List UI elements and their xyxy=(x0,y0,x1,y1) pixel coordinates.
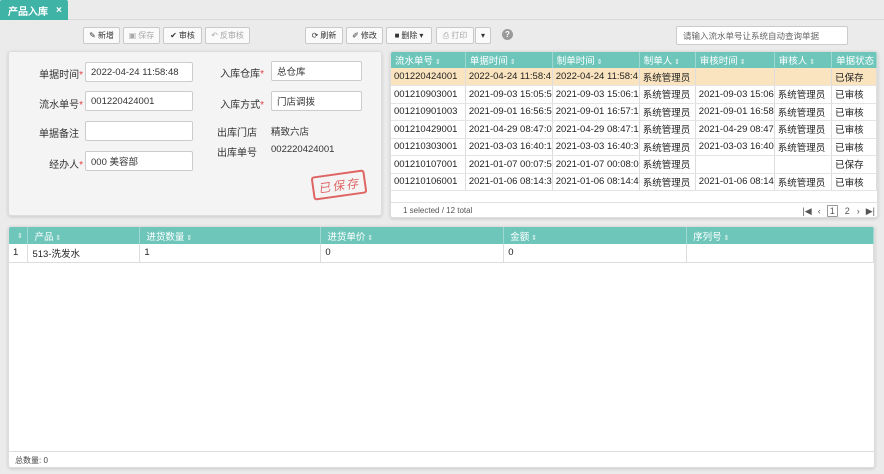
sort-icon: ⇕ xyxy=(367,234,374,242)
sort-icon: ⇕ xyxy=(531,234,538,242)
unaudit-button[interactable]: ↶ 反审核 xyxy=(205,27,250,44)
column-header[interactable]: 审核时间 ⇕ xyxy=(695,52,775,68)
tab-product-inbound[interactable]: 产品入库 × xyxy=(0,0,68,20)
table-header-row: ⇕ 产品 ⇕ 进货数量 ⇕ 进货单价 ⇕ 金额 ⇕ 序列号 ⇕ xyxy=(9,227,874,244)
save-icon: ▣ xyxy=(128,31,137,40)
save-button[interactable]: ▣ 保存 xyxy=(123,27,160,44)
table-row[interactable]: 001210429001 2021-04-29 08:47:0 2021-04-29… xyxy=(391,120,877,139)
edit-button[interactable]: ✐ 修改 xyxy=(346,27,383,44)
trash-icon: ■ xyxy=(394,31,400,40)
toolbar: ✎ 新增 ▣ 保存 ✔ 审核 ↶ 反审核 ⟳ 刷新 ✐ 修改 ■ 删除 ▾ ⎙ 打印 ▾ ? xyxy=(0,21,884,49)
close-icon[interactable]: × xyxy=(56,5,62,16)
sort-icon: ⇕ xyxy=(186,234,193,242)
remark-field[interactable] xyxy=(85,121,193,141)
page-2[interactable]: 2 xyxy=(844,206,851,216)
add-button[interactable]: ✎ 新增 xyxy=(83,27,120,44)
pagination: |◀ ‹ 1 2 › ▶| xyxy=(802,205,875,217)
table-row[interactable]: 001210303001 2021-03-03 16:40:1 2021-03-03… xyxy=(391,138,877,156)
detail-panel: ⇕ 产品 ⇕ 进货数量 ⇕ 进货单价 ⇕ 金额 ⇕ 序列号 ⇕ 1 513-洗发水 1 0… xyxy=(8,226,875,468)
table-row[interactable]: 001210106001 2021-01-06 08:14:3 2021-01-06… xyxy=(391,173,877,191)
handler-label: 经办人* xyxy=(49,160,83,171)
table-header-row: 流水单号 ⇕ 单据时间 ⇕ 制单时间 ⇕ 制单人 ⇕ 审核时间 ⇕ 审核人 ⇕ 单据状态 xyxy=(391,52,877,68)
sort-icon: ⇕ xyxy=(55,234,62,242)
wrench-icon: ✐ xyxy=(352,31,359,40)
out-no-label: 出库单号 xyxy=(217,148,257,159)
caret-down-icon: ▾ xyxy=(480,31,485,40)
column-header[interactable]: 制单时间 ⇕ xyxy=(552,52,640,68)
table-row-selected[interactable]: 001220424001 2022-04-24 11:58:4 2022-04-24… xyxy=(391,68,877,86)
document-grid-panel: 流水单号 ⇕ 单据时间 ⇕ 制单时间 ⇕ 制单人 ⇕ 审核时间 ⇕ 审核人 ⇕ 单据状态 0… xyxy=(390,51,878,218)
table-row[interactable]: 1 513-洗发水 1 0 0 xyxy=(9,244,874,263)
table-row[interactable]: 001210901003 2021-09-01 16:56:5 2021-09-01… xyxy=(391,103,877,121)
date-field[interactable]: 2022-04-24 11:58:48 xyxy=(85,62,193,82)
table-row[interactable]: 001210903001 2021-09-03 15:05:5 2021-09-03… xyxy=(391,85,877,104)
sort-icon: ⇕ xyxy=(596,59,603,66)
out-no-value: 002220424001 xyxy=(271,144,335,155)
document-table: 流水单号 ⇕ 单据时间 ⇕ 制单时间 ⇕ 制单人 ⇕ 审核时间 ⇕ 审核人 ⇕ 单据状态 0… xyxy=(391,52,877,191)
serial-field[interactable]: 001220424001 xyxy=(85,91,193,111)
help-icon[interactable]: ? xyxy=(502,29,513,40)
warehouse-label: 入库仓库* xyxy=(220,69,264,80)
refresh-button[interactable]: ⟳ 刷新 xyxy=(305,27,343,44)
print-icon: ⎙ xyxy=(442,30,450,40)
first-page-icon[interactable]: |◀ xyxy=(802,206,811,217)
column-header[interactable]: 单据状态 xyxy=(831,52,877,68)
sort-icon: ⇕ xyxy=(17,233,23,240)
refresh-icon: ⟳ xyxy=(311,31,319,40)
tab-bar: 产品入库 × xyxy=(0,0,884,20)
column-header[interactable]: 审核人 ⇕ xyxy=(774,52,833,68)
print-dropdown-button[interactable]: ▾ xyxy=(475,27,491,44)
sort-icon: ⇕ xyxy=(435,59,441,66)
sort-icon: ⇕ xyxy=(809,59,816,66)
warehouse-field[interactable]: 总仓库 xyxy=(271,61,362,81)
column-header[interactable]: 流水单号 ⇕ xyxy=(391,52,466,68)
selection-count: 1 selected / 12 total xyxy=(403,206,473,215)
column-header[interactable]: 进货单价 ⇕ xyxy=(320,227,505,244)
audit-button[interactable]: ✔ 审核 xyxy=(163,27,202,44)
total-quantity: 总数量: 0 xyxy=(9,451,874,467)
edit-icon: ✎ xyxy=(89,31,96,40)
delete-button[interactable]: ■ 删除 ▾ xyxy=(386,27,432,44)
grid-footer: 1 selected / 12 total |◀ ‹ 1 2 › ▶| xyxy=(391,202,877,217)
column-header[interactable]: 产品 ⇕ xyxy=(27,227,141,244)
sort-icon: ⇕ xyxy=(723,234,730,242)
print-button[interactable]: ⎙ 打印 xyxy=(436,27,474,44)
date-label: 单据时间* xyxy=(39,70,83,81)
column-header[interactable]: 进货数量 ⇕ xyxy=(139,227,322,244)
serial-label: 流水单号* xyxy=(39,100,83,111)
search-input[interactable] xyxy=(676,26,848,45)
column-header[interactable]: 单据时间 ⇕ xyxy=(465,52,553,68)
method-label: 入库方式* xyxy=(220,100,264,111)
saved-stamp: 已保存 xyxy=(310,169,368,201)
sort-icon: ⇕ xyxy=(674,59,681,66)
detail-table: ⇕ 产品 ⇕ 进货数量 ⇕ 进货单价 ⇕ 金额 ⇕ 序列号 ⇕ 1 513-洗发水 1 0… xyxy=(9,227,874,263)
page-1[interactable]: 1 xyxy=(826,205,838,217)
column-header[interactable]: ⇕ xyxy=(9,227,29,244)
column-header[interactable]: 金额 ⇕ xyxy=(503,227,688,244)
caret-down-icon: ▾ xyxy=(419,31,424,40)
method-field[interactable]: 门店调拨 xyxy=(271,91,362,111)
undo-icon: ↶ xyxy=(211,31,218,40)
tab-label: 产品入库 xyxy=(8,6,48,18)
sort-icon: ⇕ xyxy=(509,59,516,66)
last-page-icon[interactable]: ▶| xyxy=(866,206,875,217)
table-row[interactable]: 001210107001 2021-01-07 00:07:5 2021-01-07… xyxy=(391,155,877,174)
next-page-icon[interactable]: › xyxy=(857,206,860,216)
form-panel: 单据时间* 2022-04-24 11:58:48 流水单号* 00122042… xyxy=(8,51,382,216)
check-icon: ✔ xyxy=(170,31,177,40)
remark-label: 单据备注 xyxy=(39,129,79,140)
out-store-label: 出库门店 xyxy=(217,128,257,139)
column-header[interactable]: 制单人 ⇕ xyxy=(639,52,696,68)
sort-icon: ⇕ xyxy=(739,59,746,66)
column-header[interactable]: 序列号 ⇕ xyxy=(686,227,874,244)
handler-field[interactable]: 000 美容部 xyxy=(85,151,193,171)
prev-page-icon[interactable]: ‹ xyxy=(818,206,821,216)
out-store-value: 精致六店 xyxy=(271,127,310,138)
